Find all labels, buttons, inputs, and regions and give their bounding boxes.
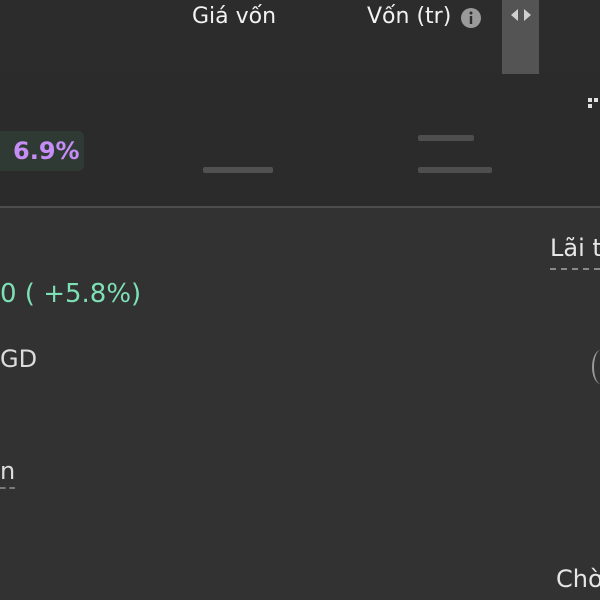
percent-value: 6.9%	[13, 137, 80, 165]
blurred-cost-value	[203, 167, 273, 173]
underlined-label[interactable]: n	[0, 457, 16, 489]
more-dots-icon[interactable]	[586, 96, 600, 112]
table-header: Giá vốn Vốn (tr)	[0, 0, 600, 74]
left-right-arrows-icon	[511, 9, 531, 21]
capital-header[interactable]: Vốn (tr)	[367, 4, 451, 29]
cost-price-header[interactable]: Giá vốn	[192, 4, 276, 29]
blurred-capital-value	[418, 135, 474, 141]
profit-label[interactable]: Lãi t	[550, 234, 600, 262]
info-icon[interactable]	[460, 7, 482, 29]
horizontal-scroll-handle[interactable]	[502, 0, 539, 74]
gd-label: GD	[0, 345, 38, 373]
price-change: 0 ( +5.8%)	[0, 279, 142, 309]
pending-label: Chờ	[556, 565, 600, 593]
blurred-capital-subvalue	[418, 167, 492, 173]
profit-label-underline	[550, 268, 600, 270]
row-divider	[0, 206, 600, 208]
partial-glyph	[592, 350, 600, 384]
